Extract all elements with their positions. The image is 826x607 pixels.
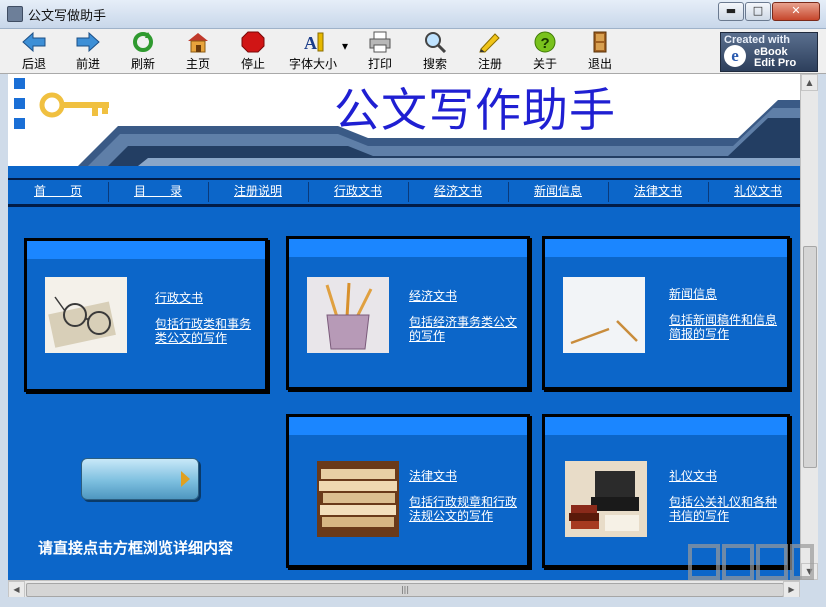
banner: 公文写作助手 xyxy=(8,74,800,166)
home-icon xyxy=(188,33,208,53)
home-button[interactable]: 主页 xyxy=(172,31,224,71)
card-description[interactable]: 包括行政规章和行政法规公文的写作 xyxy=(409,495,517,523)
home-label: 主页 xyxy=(185,57,210,71)
content-viewport: 公文写作助手 首 页 目 录 注册说明 行政文书 经济文书 新闻信息 法律文书 … xyxy=(8,74,800,580)
forward-label: 前进 xyxy=(75,57,100,71)
enter-button[interactable] xyxy=(81,458,199,500)
document-stack-image xyxy=(317,461,399,537)
card-description[interactable]: 包括行政类和事务类公文的写作 xyxy=(155,317,259,345)
card-news[interactable]: 新闻信息 包括新闻稿件和信息简报的写作 xyxy=(542,236,790,390)
refresh-icon xyxy=(133,32,153,52)
minimize-button[interactable]: ▬ xyxy=(718,2,744,21)
title-bar: 公文写做助手 ▬ □ ✕ xyxy=(0,0,826,29)
ebook-edit-pro-logo: Created with e eBook Edit Pro xyxy=(720,32,818,72)
back-arrow-icon xyxy=(22,31,46,53)
watermark-logo xyxy=(688,544,814,580)
pencil-icon xyxy=(479,33,500,53)
banner-title: 公文写作助手 xyxy=(334,83,616,137)
nav-news[interactable]: 新闻信息 xyxy=(508,182,609,202)
help-icon: ? xyxy=(534,31,556,53)
toolbar: 后退 前进 刷新 主页 停止 A 字体大小 ▾ 打印 搜索 注册 ? 关于 退出 xyxy=(0,29,826,74)
back-button[interactable]: 后退 xyxy=(8,31,60,71)
stop-icon xyxy=(241,31,265,53)
pencil-cup-image xyxy=(307,277,389,353)
print-label: 打印 xyxy=(367,57,392,71)
register-button[interactable]: 注册 xyxy=(464,31,516,71)
stop-label: 停止 xyxy=(240,57,265,71)
exit-button[interactable]: 退出 xyxy=(574,31,626,71)
card-economic[interactable]: 经济文书 包括经济事务类公文的写作 xyxy=(286,236,530,390)
card-header xyxy=(289,417,527,435)
card-title[interactable]: 经济文书 xyxy=(409,287,457,304)
app-icon xyxy=(7,6,23,22)
card-legal[interactable]: 法律文书 包括行政规章和行政法规公文的写作 xyxy=(286,414,530,568)
scroll-up-button[interactable]: ▲ xyxy=(801,74,818,91)
eyeglasses-image xyxy=(45,277,127,353)
card-description[interactable]: 包括公关礼仪和各种书信的写作 xyxy=(669,495,779,523)
back-label: 后退 xyxy=(21,57,46,71)
forward-button[interactable]: 前进 xyxy=(62,31,114,71)
card-header xyxy=(545,417,787,435)
hint-text: 请直接点击方框浏览详细内容 xyxy=(38,539,234,557)
card-title[interactable]: 行政文书 xyxy=(155,289,203,306)
vertical-scroll-thumb[interactable] xyxy=(803,246,817,468)
card-title[interactable]: 法律文书 xyxy=(409,467,457,484)
nav-registration[interactable]: 注册说明 xyxy=(208,182,309,202)
card-title[interactable]: 新闻信息 xyxy=(669,285,717,302)
scroll-left-button[interactable]: ◀ xyxy=(8,581,25,598)
exit-label: 退出 xyxy=(587,57,612,71)
window-frame-bottom xyxy=(0,597,826,607)
logo-line3: Edit Pro xyxy=(754,57,797,69)
typewriter-books-image xyxy=(565,461,647,537)
horizontal-scrollbar[interactable]: ◀ ||| ▶ xyxy=(8,580,800,598)
stop-button[interactable]: 停止 xyxy=(227,31,279,71)
register-label: 注册 xyxy=(477,57,502,71)
nav-administrative[interactable]: 行政文书 xyxy=(308,182,409,202)
svg-text:A: A xyxy=(304,33,317,53)
refresh-label: 刷新 xyxy=(130,57,155,71)
search-label: 搜索 xyxy=(422,57,447,71)
nav-bar: 首 页 目 录 注册说明 行政文书 经济文书 新闻信息 法律文书 礼仪文书 xyxy=(8,178,800,207)
printer-icon xyxy=(369,31,391,53)
window-title: 公文写做助手 xyxy=(28,9,107,24)
maximize-button[interactable]: □ xyxy=(745,2,771,21)
nav-economic[interactable]: 经济文书 xyxy=(408,182,509,202)
font-size-button[interactable]: A 字体大小 xyxy=(283,31,343,71)
about-label: 关于 xyxy=(532,57,557,71)
search-button[interactable]: 搜索 xyxy=(409,31,461,71)
refresh-button[interactable]: 刷新 xyxy=(117,31,169,71)
vertical-scrollbar[interactable]: ▲ ▼ xyxy=(800,74,818,580)
font-size-label: 字体大小 xyxy=(288,57,337,71)
print-button[interactable]: 打印 xyxy=(354,31,406,71)
card-description[interactable]: 包括新闻稿件和信息简报的写作 xyxy=(669,313,779,341)
forward-arrow-icon xyxy=(76,31,100,53)
card-description[interactable]: 包括经济事务类公文的写作 xyxy=(409,315,517,343)
card-header xyxy=(289,239,527,257)
nav-contents[interactable]: 目 录 xyxy=(108,182,209,202)
card-administrative[interactable]: 行政文书 包括行政类和事务类公文的写作 xyxy=(24,238,268,392)
font-size-dropdown[interactable]: ▾ xyxy=(338,39,352,53)
magnifier-icon xyxy=(425,32,447,53)
font-size-icon: A xyxy=(304,32,324,53)
card-header xyxy=(27,241,265,259)
svg-text:?: ? xyxy=(541,35,550,52)
horizontal-scroll-thumb[interactable]: ||| xyxy=(26,583,784,597)
card-header xyxy=(545,239,787,257)
close-button[interactable]: ✕ xyxy=(772,2,820,21)
about-button[interactable]: ? 关于 xyxy=(519,31,571,71)
nav-etiquette[interactable]: 礼仪文书 xyxy=(708,182,800,202)
nav-home[interactable]: 首 页 xyxy=(8,182,109,202)
card-title[interactable]: 礼仪文书 xyxy=(669,467,717,484)
logo-e: e xyxy=(724,45,746,67)
nav-legal[interactable]: 法律文书 xyxy=(608,182,709,202)
pencil-on-paper-image xyxy=(563,277,645,353)
exit-door-icon xyxy=(593,31,607,53)
arrow-right-icon xyxy=(181,471,190,487)
